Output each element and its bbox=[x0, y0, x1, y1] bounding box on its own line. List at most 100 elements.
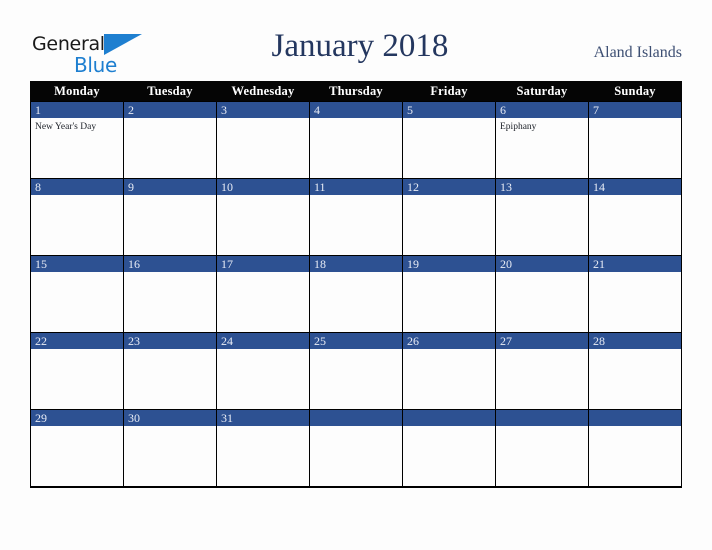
date-bar-cell[interactable]: 2 bbox=[123, 101, 217, 118]
day-cell[interactable] bbox=[309, 349, 403, 410]
day-cell[interactable] bbox=[402, 272, 496, 333]
date-number: 5 bbox=[407, 103, 413, 117]
date-bar-cell[interactable]: 20 bbox=[495, 255, 589, 272]
day-event-label bbox=[310, 349, 402, 352]
day-event-label bbox=[589, 426, 681, 429]
day-cell[interactable] bbox=[123, 195, 217, 256]
day-cell[interactable] bbox=[216, 272, 310, 333]
day-cell-empty bbox=[309, 426, 403, 488]
date-number: 11 bbox=[314, 180, 326, 194]
day-cell[interactable] bbox=[588, 118, 682, 179]
day-cell[interactable] bbox=[216, 426, 310, 488]
date-number: 2 bbox=[128, 103, 134, 117]
date-bar-cell[interactable]: 3 bbox=[216, 101, 310, 118]
day-cell[interactable] bbox=[495, 349, 589, 410]
region-label: Aland Islands bbox=[593, 44, 682, 61]
day-cell[interactable] bbox=[588, 272, 682, 333]
date-bar-cell[interactable]: 23 bbox=[123, 332, 217, 349]
date-number: 26 bbox=[407, 334, 419, 348]
day-cell[interactable] bbox=[123, 118, 217, 179]
date-bar-cell[interactable]: 9 bbox=[123, 178, 217, 195]
day-event-label bbox=[310, 195, 402, 198]
day-cell[interactable] bbox=[30, 195, 124, 256]
date-bar-cell[interactable]: 29 bbox=[30, 409, 124, 426]
general-blue-logo[interactable]: General Blue bbox=[32, 33, 162, 77]
date-bar-cell[interactable]: 17 bbox=[216, 255, 310, 272]
day-cell[interactable] bbox=[123, 349, 217, 410]
date-bar-cell[interactable]: 6 bbox=[495, 101, 589, 118]
day-event-label bbox=[310, 118, 402, 121]
day-cell[interactable] bbox=[495, 195, 589, 256]
date-number: 20 bbox=[500, 257, 512, 271]
date-bar-cell[interactable]: 19 bbox=[402, 255, 496, 272]
date-bar-cell[interactable]: 1 bbox=[30, 101, 124, 118]
day-cell[interactable] bbox=[216, 349, 310, 410]
day-cell[interactable] bbox=[123, 426, 217, 488]
date-bar-cell-empty bbox=[588, 409, 682, 426]
day-event-label bbox=[310, 426, 402, 429]
date-bar-cell[interactable]: 14 bbox=[588, 178, 682, 195]
date-number: 25 bbox=[314, 334, 326, 348]
day-cell[interactable] bbox=[309, 272, 403, 333]
day-cell[interactable] bbox=[588, 195, 682, 256]
day-cell[interactable] bbox=[30, 272, 124, 333]
date-bar-cell[interactable]: 4 bbox=[309, 101, 403, 118]
day-cell[interactable] bbox=[216, 118, 310, 179]
date-bar-cell[interactable]: 30 bbox=[123, 409, 217, 426]
day-cell-empty bbox=[588, 426, 682, 488]
date-bar-cell[interactable]: 25 bbox=[309, 332, 403, 349]
date-bar-cell[interactable]: 28 bbox=[588, 332, 682, 349]
date-bar-cell-empty bbox=[309, 409, 403, 426]
day-cell[interactable] bbox=[495, 272, 589, 333]
date-bar-row: 29 30 31 bbox=[30, 409, 682, 426]
date-number: 21 bbox=[593, 257, 605, 271]
date-bar-cell[interactable]: 27 bbox=[495, 332, 589, 349]
day-cell[interactable] bbox=[402, 118, 496, 179]
date-number: 29 bbox=[35, 411, 47, 425]
date-bar-cell[interactable]: 16 bbox=[123, 255, 217, 272]
day-cell[interactable] bbox=[216, 195, 310, 256]
date-bar-row: 22 23 24 25 26 27 28 bbox=[30, 332, 682, 349]
date-number: 15 bbox=[35, 257, 47, 271]
date-bar-cell[interactable]: 8 bbox=[30, 178, 124, 195]
calendar-body: 1 2 3 4 5 6 7 New Year's Day Epiphany 8 bbox=[30, 101, 682, 488]
day-cell[interactable] bbox=[30, 349, 124, 410]
date-bar-cell[interactable]: 11 bbox=[309, 178, 403, 195]
date-bar-cell[interactable]: 12 bbox=[402, 178, 496, 195]
day-of-week-header-row: Monday Tuesday Wednesday Thursday Friday… bbox=[30, 81, 682, 102]
day-cell-empty bbox=[402, 426, 496, 488]
day-event-label bbox=[496, 195, 588, 198]
date-number: 19 bbox=[407, 257, 419, 271]
day-event-label bbox=[217, 272, 309, 275]
date-bar-cell[interactable]: 31 bbox=[216, 409, 310, 426]
logo-triangle-icon bbox=[104, 34, 142, 55]
date-bar-cell[interactable]: 21 bbox=[588, 255, 682, 272]
date-bar-cell[interactable]: 10 bbox=[216, 178, 310, 195]
date-bar-cell[interactable]: 24 bbox=[216, 332, 310, 349]
dow-header-tuesday: Tuesday bbox=[123, 81, 217, 102]
date-bar-cell[interactable]: 18 bbox=[309, 255, 403, 272]
day-event-label bbox=[496, 272, 588, 275]
date-bar-cell[interactable]: 15 bbox=[30, 255, 124, 272]
date-number: 9 bbox=[128, 180, 134, 194]
date-bar-cell[interactable]: 26 bbox=[402, 332, 496, 349]
date-bar-cell[interactable]: 5 bbox=[402, 101, 496, 118]
day-event-label bbox=[124, 426, 216, 429]
day-event-label bbox=[403, 195, 495, 198]
day-cell[interactable] bbox=[30, 426, 124, 488]
day-cell[interactable] bbox=[123, 272, 217, 333]
date-bar-cell[interactable]: 7 bbox=[588, 101, 682, 118]
date-bar-cell[interactable]: 13 bbox=[495, 178, 589, 195]
day-cell[interactable] bbox=[309, 118, 403, 179]
page-header: General Blue January 2018 Aland Islands bbox=[0, 0, 712, 80]
date-bar-cell[interactable]: 22 bbox=[30, 332, 124, 349]
day-cell[interactable] bbox=[402, 349, 496, 410]
dow-header-friday: Friday bbox=[402, 81, 496, 102]
day-event-label bbox=[589, 349, 681, 352]
day-cell[interactable] bbox=[309, 195, 403, 256]
day-event-label bbox=[31, 272, 123, 275]
day-cell[interactable] bbox=[588, 349, 682, 410]
day-cell[interactable]: New Year's Day bbox=[30, 118, 124, 179]
day-cell[interactable]: Epiphany bbox=[495, 118, 589, 179]
day-cell[interactable] bbox=[402, 195, 496, 256]
